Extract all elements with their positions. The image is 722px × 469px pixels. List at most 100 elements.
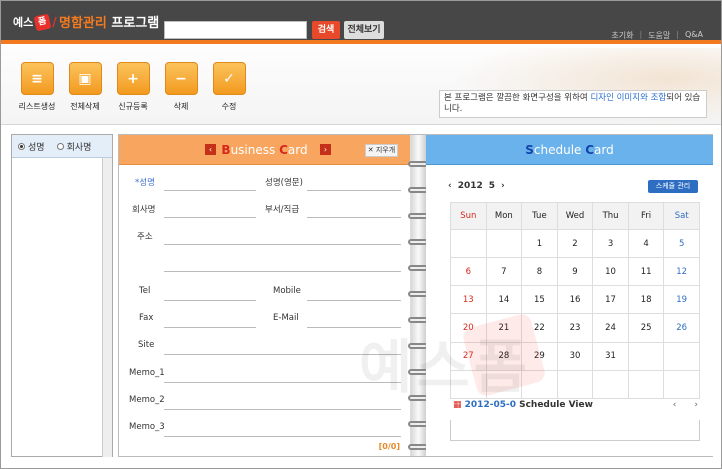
form-row-company: 회사명 부서/직급 <box>119 200 411 220</box>
schedule-manage-button[interactable]: 스케쥴 관리 <box>648 180 698 193</box>
calendar-day-cell[interactable]: 11 <box>627 257 665 287</box>
calendar-day-cell[interactable]: 14 <box>485 285 523 315</box>
calendar-day-cell[interactable]: 26 <box>663 313 700 343</box>
toolbar-label: 신규등록 <box>118 102 148 111</box>
radio-dot-icon <box>56 142 64 150</box>
calendar-empty-cell <box>627 369 665 400</box>
form-row-address: 주소 <box>119 227 411 272</box>
calendar-day-cell[interactable]: 2 <box>556 228 594 259</box>
mobile-input[interactable] <box>307 300 401 301</box>
link-separator: | <box>639 30 643 39</box>
binder-ring-icon <box>408 421 428 427</box>
next-month-button[interactable]: › <box>501 181 505 191</box>
company-input[interactable] <box>164 217 256 218</box>
calendar-day-cell[interactable]: 9 <box>556 257 594 287</box>
fax-label: Fax <box>139 313 154 323</box>
schedule-next-button[interactable]: › <box>694 400 698 410</box>
title-cap: C <box>279 143 288 157</box>
name-input[interactable] <box>164 190 256 191</box>
qna-link[interactable]: Q&A <box>685 30 703 41</box>
binder-ring-icon <box>408 291 428 297</box>
calendar-day-cell[interactable]: 1 <box>521 228 558 259</box>
toolbar-label: 전체삭제 <box>70 102 100 111</box>
calendar-day-cell[interactable]: 25 <box>627 313 665 343</box>
schedule-list <box>450 420 700 441</box>
radio-name-label: 성명 <box>28 142 45 153</box>
weekday-header: Fri <box>627 202 665 230</box>
schedule-card-title: Schedule Card <box>426 135 713 165</box>
dept-input[interactable] <box>307 217 401 218</box>
minus-icon: − <box>164 62 198 95</box>
weekday-header-row: Sun Mon Tue Wed Thu Fri Sat <box>450 202 700 230</box>
calendar-day-cell[interactable]: 5 <box>663 228 700 259</box>
form-row-tel: Tel Mobile <box>119 283 411 303</box>
notice-highlight: 디자인 이미지와 조합 <box>590 93 667 103</box>
name-en-input[interactable] <box>307 190 401 191</box>
memo3-label: Memo_3 <box>129 422 165 432</box>
schedule-prev-button[interactable]: ‹ <box>673 400 677 410</box>
search-input[interactable] <box>164 21 307 39</box>
next-card-button[interactable]: › <box>320 144 331 155</box>
check-icon: ✓ <box>212 62 246 95</box>
logo-mark-icon: 폼 <box>33 13 52 31</box>
notice-box: 본 프로그램은 깔끔한 화면구성을 위하여 디자인 이미지와 조합되어 있습니다… <box>439 90 707 118</box>
calendar-day-cell[interactable]: 24 <box>592 313 629 343</box>
delete-all-button[interactable]: ▣ 전체삭제 <box>63 62 107 112</box>
calendar-empty-cell <box>663 341 700 371</box>
calendar-day-cell[interactable]: 31 <box>592 341 629 371</box>
clear-button[interactable]: ✕ 지우개 <box>365 144 398 157</box>
address-input[interactable] <box>164 244 401 245</box>
search-button[interactable]: 검색 <box>312 21 340 39</box>
calendar-day-cell[interactable]: 4 <box>627 228 665 259</box>
calendar-day-cell[interactable]: 12 <box>663 257 700 287</box>
delete-button[interactable]: − 삭제 <box>159 62 203 112</box>
calendar-day-cell[interactable]: 6 <box>450 257 487 287</box>
radio-dot-icon <box>18 142 25 150</box>
site-label: Site <box>138 340 155 350</box>
weekday-header: Thu <box>592 202 629 230</box>
memo3-input[interactable] <box>164 436 401 437</box>
calendar-day-cell[interactable]: 17 <box>592 285 629 315</box>
calendar-day-cell[interactable]: 18 <box>627 285 665 315</box>
search-type-radio-group: 성명 회사명 <box>12 135 112 158</box>
calendar-week-row: 12345 <box>450 228 700 259</box>
calendar-day-cell[interactable]: 19 <box>663 285 700 315</box>
company-label: 회사명 <box>132 205 156 215</box>
prev-month-button[interactable]: ‹ <box>448 181 452 191</box>
weekday-header: Sun <box>450 202 487 230</box>
binder-ring-icon <box>408 213 428 219</box>
memo2-input[interactable] <box>164 409 401 410</box>
calendar-day-cell[interactable]: 3 <box>592 228 629 259</box>
list-scrollbar[interactable] <box>102 158 112 457</box>
help-link[interactable]: 도움말 <box>648 30 670 41</box>
list-create-button[interactable]: ≡ 리스트생성 <box>15 62 59 112</box>
schedule-card-page: Schedule Card ‹ 2012 5 › 스케쥴 관리 Sun Mon … <box>426 135 713 456</box>
calendar-empty-cell <box>450 228 487 259</box>
reset-link[interactable]: 초기화 <box>611 30 633 41</box>
calendar-empty-cell <box>556 369 594 400</box>
memo1-label: Memo_1 <box>129 368 165 378</box>
calendar-day-cell[interactable]: 10 <box>592 257 629 287</box>
app-title-sub: 프로그램 <box>106 16 160 31</box>
brand-logo[interactable]: 예스 폼 / <box>13 12 57 32</box>
new-register-button[interactable]: + 신규등록 <box>111 62 155 112</box>
radio-name[interactable]: 성명 <box>18 140 45 153</box>
calendar-day-cell[interactable]: 16 <box>556 285 594 315</box>
calendar-day-cell[interactable]: 15 <box>521 285 558 315</box>
calendar-day-cell[interactable]: 13 <box>450 285 487 315</box>
tel-input[interactable] <box>164 300 256 301</box>
title-cap: C <box>585 143 595 157</box>
name-en-label: 성명(영문) <box>265 178 303 188</box>
mobile-label: Mobile <box>273 286 301 296</box>
view-all-button[interactable]: 전체보기 <box>344 21 384 39</box>
calendar-day-cell[interactable]: 23 <box>556 313 594 343</box>
radio-company[interactable]: 회사명 <box>56 140 91 153</box>
calendar-day-cell[interactable]: 30 <box>556 341 594 371</box>
header-links: 초기화 | 도움말 | Q&A <box>611 30 703 41</box>
edit-button[interactable]: ✓ 수정 <box>207 62 251 112</box>
link-separator: | <box>676 30 679 39</box>
fax-input[interactable] <box>164 327 256 328</box>
calendar-day-cell[interactable]: 8 <box>521 257 558 287</box>
address-input-2[interactable] <box>164 271 401 272</box>
calendar-day-cell[interactable]: 7 <box>485 257 523 287</box>
